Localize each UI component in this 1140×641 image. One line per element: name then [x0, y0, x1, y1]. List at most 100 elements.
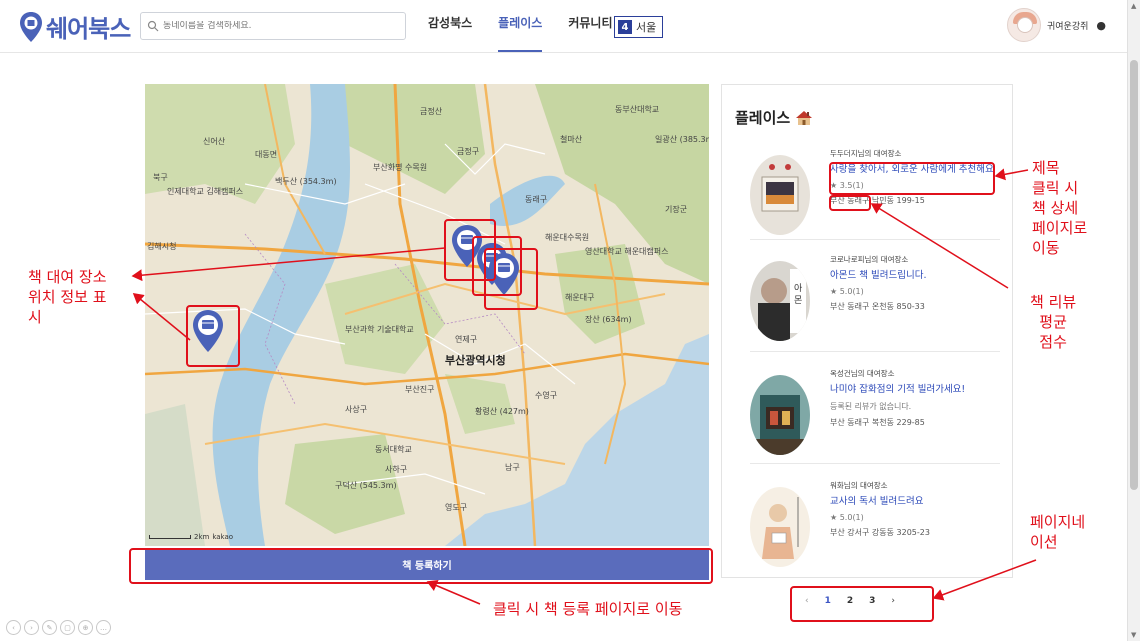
map-label-city-hall: 부산광역시청: [445, 354, 506, 367]
next-slide-icon[interactable]: ›: [24, 620, 39, 635]
place-title-link[interactable]: 교사의 독서 빌려드려요: [830, 495, 1000, 509]
annotation-box: [829, 195, 871, 211]
scale-text: 2km: [194, 533, 210, 541]
place-title-link[interactable]: 나미야 잡화점의 기적 빌려가세요!: [830, 383, 1000, 397]
map-label: 인제대학교 김해캠퍼스: [167, 187, 244, 196]
presenter-toolbar: ‹ › ✎ ▢ ⊕ …: [6, 620, 111, 635]
map-label: 장산 (634m): [585, 315, 632, 324]
place-panel: 플레이스 두두더지님의 대여장소 사랑을 찾아서, 외로운 사람에게 추천해요 …: [721, 84, 1013, 578]
nav-item-emotion-books[interactable]: 감성북스: [428, 14, 472, 52]
annotation-box: [790, 586, 934, 622]
nav-item-community[interactable]: 커뮤니티: [568, 14, 612, 52]
person-icon[interactable]: ●: [1096, 19, 1106, 32]
map-label: 영산대학교 해운대캠퍼스: [585, 247, 669, 256]
scroll-thumb[interactable]: [1130, 60, 1138, 490]
annotation-box: [484, 248, 538, 310]
region-selector[interactable]: 4 서울: [614, 16, 664, 38]
book-thumbnail[interactable]: [750, 487, 810, 567]
user-name: 귀여운강쥐: [1047, 21, 1089, 32]
divider: [750, 463, 1000, 464]
map-label: 황령산 (427m): [475, 407, 529, 416]
list-item[interactable]: 워화님의 대여장소 교사의 독서 빌려드려요 ★ 5.0(1) 부산 강서구 강…: [734, 477, 1000, 577]
map-label: 동서대학교: [375, 445, 412, 454]
place-owner: 두두더지님의 대여장소: [830, 149, 902, 158]
place-address: 부산 강서구 강동동 3205-23: [830, 528, 930, 537]
place-owner: 코로나로피님의 대여장소: [830, 255, 909, 264]
map-label: 사하구: [385, 465, 408, 474]
map-label: 해운대수목원: [545, 233, 590, 242]
search-box[interactable]: [140, 12, 406, 40]
svg-text:몬: 몬: [794, 295, 802, 306]
map-label: 영도구: [445, 503, 468, 512]
panel-title: 플레이스: [735, 107, 813, 128]
search-icon: [147, 20, 159, 32]
region-name: 서울: [636, 21, 657, 34]
main-nav: 감성북스 플레이스 커뮤니티: [428, 14, 639, 52]
divider: [750, 239, 1000, 240]
scroll-up-arrow-icon[interactable]: ▲: [1131, 2, 1136, 10]
map-label: 동부산대학교: [615, 105, 660, 114]
prev-slide-icon[interactable]: ‹: [6, 620, 21, 635]
annotation-box: [829, 162, 995, 195]
user-menu[interactable]: 귀여운강쥐 ●: [1007, 8, 1106, 42]
avatar[interactable]: [1007, 8, 1041, 42]
slides-icon[interactable]: ▢: [60, 620, 75, 635]
region-number-badge: 4: [618, 20, 632, 34]
scroll-down-arrow-icon[interactable]: ▼: [1131, 631, 1136, 639]
place-title-link[interactable]: 아몬드 책 빌려드립니다.: [830, 269, 1000, 283]
map-label: 연제구: [455, 335, 478, 344]
divider: [750, 351, 1000, 352]
logo[interactable]: 쉐어북스: [18, 9, 131, 44]
list-item[interactable]: 아몬 코로나로피님의 대여장소 아몬드 책 빌려드립니다. ★ 5.0(1) 부…: [734, 251, 1000, 351]
map-label: 구덕산 (545.3m): [335, 481, 397, 490]
map-label: 해운대구: [565, 293, 595, 302]
nav-item-place[interactable]: 플레이스: [498, 14, 543, 52]
svg-text:아: 아: [794, 283, 803, 294]
search-input[interactable]: [163, 21, 393, 31]
top-header: 쉐어북스 감성북스 플레이스 커뮤니티 4 서울 귀여운강쥐 ●: [0, 0, 1127, 53]
place-owner: 워화님의 대여장소: [830, 481, 888, 490]
map-label: 신어산: [203, 137, 226, 146]
map-label: 사상구: [345, 405, 368, 414]
map-label: 수영구: [535, 391, 558, 400]
map-label: 김해시청: [147, 242, 177, 251]
book-thumbnail[interactable]: [750, 155, 810, 235]
map-label: 금정산: [420, 107, 443, 116]
more-icon[interactable]: …: [96, 620, 111, 635]
map-scale: 2km kakao: [149, 533, 233, 541]
map-label: 백두산 (354.3m): [275, 177, 337, 186]
map-label: 부산진구: [405, 385, 435, 394]
pen-icon[interactable]: ✎: [42, 620, 57, 635]
place-rating: 등록된 리뷰가 없습니다.: [830, 402, 912, 411]
place-rating: ★ 5.0(1): [830, 287, 864, 296]
location-pin-icon: [20, 11, 42, 42]
annotation-box: [186, 305, 240, 367]
annotation-pagination: 페이지네 이션: [1030, 513, 1086, 551]
map-label: 대동면: [255, 150, 278, 159]
map-label: 동래구: [525, 195, 548, 204]
place-address: 부산 동래구 복천동 229-85: [830, 418, 925, 427]
book-thumbnail[interactable]: 아몬: [750, 261, 810, 341]
map-label: 금정구: [457, 147, 480, 156]
place-rating: ★ 5.0(1): [830, 513, 864, 522]
page-scrollbar[interactable]: ▲ ▼: [1127, 0, 1140, 641]
map-label: 부산화명 수목원: [373, 163, 428, 172]
logo-text: 쉐어북스: [46, 15, 131, 43]
annotation-review: 책 리뷰 평균 점수: [1030, 293, 1077, 351]
house-icon: [796, 110, 813, 125]
map-label: 북구: [153, 173, 168, 182]
annotation-map-pins: 책 대여 장소 위치 정보 표 시: [28, 268, 107, 326]
map-provider: kakao: [212, 533, 234, 541]
place-owner: 옥성건님의 대여장소: [830, 369, 895, 378]
place-address: 부산 동래구 온천동 850-33: [830, 302, 925, 311]
book-thumbnail[interactable]: [750, 375, 810, 455]
annotation-title-click: 제목 클릭 시 책 상세 페이지로 이동: [1032, 159, 1088, 257]
zoom-icon[interactable]: ⊕: [78, 620, 93, 635]
map-label: 기장군: [665, 205, 688, 214]
annotation-box: [129, 548, 713, 584]
map-label: 철마산: [560, 135, 583, 144]
map-label: 남구: [505, 463, 520, 472]
map-label: 부산과학 기술대학교: [345, 325, 414, 334]
list-item[interactable]: 옥성건님의 대여장소 나미야 잡화점의 기적 빌려가세요! 등록된 리뷰가 없습…: [734, 365, 1000, 465]
map-label: 일광산 (385.3m): [655, 135, 709, 144]
